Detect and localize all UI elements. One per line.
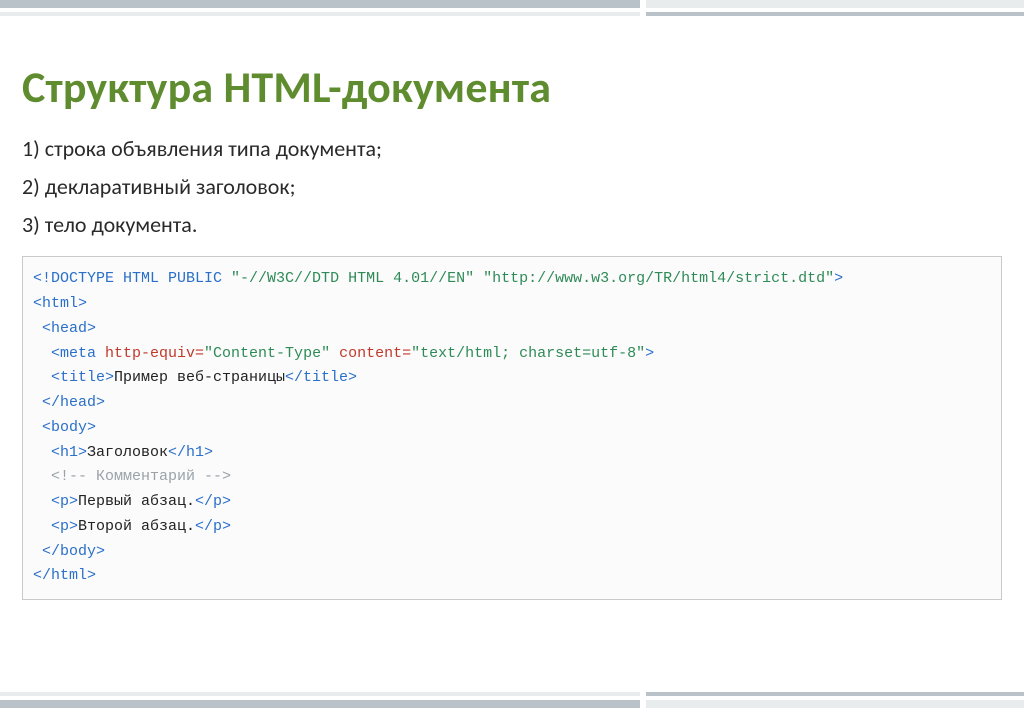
code-token: Заголовок xyxy=(87,444,168,461)
code-token: <p> xyxy=(33,493,78,510)
code-token: Первый абзац. xyxy=(78,493,195,510)
code-token: <p> xyxy=(33,518,78,535)
slide-content: Структура HTML-документа 1) строка объяв… xyxy=(0,0,1024,600)
code-token: <head> xyxy=(33,320,96,337)
code-token: </body> xyxy=(33,543,105,560)
code-token: > xyxy=(645,345,654,362)
code-token: <!DOCTYPE HTML PUBLIC xyxy=(33,270,231,287)
bullet-item: 3) тело документа. xyxy=(22,208,1002,242)
code-token: </title> xyxy=(285,369,357,386)
code-token xyxy=(330,345,339,362)
code-token: <title> xyxy=(33,369,114,386)
code-token: "-//W3C//DTD HTML 4.01//EN" xyxy=(231,270,474,287)
code-token: <html> xyxy=(33,295,87,312)
code-example: <!DOCTYPE HTML PUBLIC "-//W3C//DTD HTML … xyxy=(22,256,1002,600)
code-token: > xyxy=(834,270,843,287)
code-token: </p> xyxy=(195,493,231,510)
bullet-list: 1) строка объявления типа документа; 2) … xyxy=(22,132,1002,242)
code-token: Второй абзац. xyxy=(78,518,195,535)
code-token: <meta xyxy=(33,345,105,362)
page-title: Структура HTML-документа xyxy=(22,60,1002,114)
code-token: </p> xyxy=(195,518,231,535)
bullet-item: 1) строка объявления типа документа; xyxy=(22,132,1002,166)
code-token: http-equiv= xyxy=(105,345,204,362)
code-token: </head> xyxy=(33,394,105,411)
code-token xyxy=(474,270,483,287)
code-token: "text/html; charset=utf-8" xyxy=(411,345,645,362)
code-token: </h1> xyxy=(168,444,213,461)
code-token: <!-- Комментарий --> xyxy=(33,468,231,485)
code-token: "http://www.w3.org/TR/html4/strict.dtd" xyxy=(483,270,834,287)
code-token: <body> xyxy=(33,419,96,436)
code-token: content= xyxy=(339,345,411,362)
code-token: Пример веб-страницы xyxy=(114,369,285,386)
bullet-item: 2) декларативный заголовок; xyxy=(22,170,1002,204)
bottom-decoration xyxy=(0,692,1024,708)
code-token: </html> xyxy=(33,567,96,584)
top-decoration xyxy=(0,0,1024,20)
code-token: <h1> xyxy=(33,444,87,461)
code-token: "Content-Type" xyxy=(204,345,330,362)
